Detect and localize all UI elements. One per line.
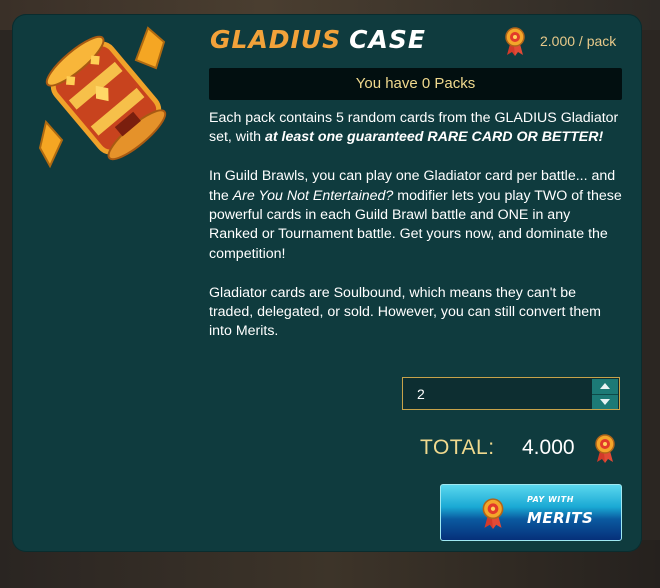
description: Each pack contains 5 random cards from t… xyxy=(209,109,623,361)
pay-button-line1: PAY WITH xyxy=(527,495,574,504)
merit-medal-icon xyxy=(482,498,504,529)
price-text: 2.000 / pack xyxy=(540,33,617,49)
title-case: CASE xyxy=(349,25,426,54)
quantity-stepper-controls xyxy=(592,379,618,409)
merit-medal-icon xyxy=(505,27,525,56)
quantity-stepper[interactable]: 2 xyxy=(402,377,620,410)
total-value: 4.000 xyxy=(522,436,575,459)
arrow-down-icon xyxy=(600,398,610,405)
description-p1-emphasis: at least one guaranteed RARE CARD OR BET… xyxy=(264,129,604,146)
packs-owned-banner: You have 0 Packs xyxy=(209,68,622,100)
quantity-input[interactable]: 2 xyxy=(417,378,425,410)
description-paragraph-1: Each pack contains 5 random cards from t… xyxy=(209,109,623,148)
description-paragraph-2: In Guild Brawls, you can play one Gladia… xyxy=(209,167,623,264)
pay-with-merits-button[interactable]: PAY WITH MERITS xyxy=(440,484,622,541)
merit-medal-icon xyxy=(595,434,615,463)
total-label: TOTAL: xyxy=(420,436,495,459)
description-p2-modifier: Are You Not Entertained? xyxy=(232,187,394,204)
pay-button-line2: MERITS xyxy=(527,509,594,527)
arrow-up-icon xyxy=(600,383,610,390)
description-paragraph-3: Gladiator cards are Soulbound, which mea… xyxy=(209,284,601,340)
title-gladius: GLADIUS xyxy=(210,25,342,54)
gladius-case-image xyxy=(38,26,167,169)
price-per-pack: 2.000 / pack xyxy=(504,26,616,56)
page-title: GLADIUS CASE xyxy=(210,24,426,56)
decrement-button[interactable] xyxy=(592,395,618,410)
increment-button[interactable] xyxy=(592,379,618,395)
